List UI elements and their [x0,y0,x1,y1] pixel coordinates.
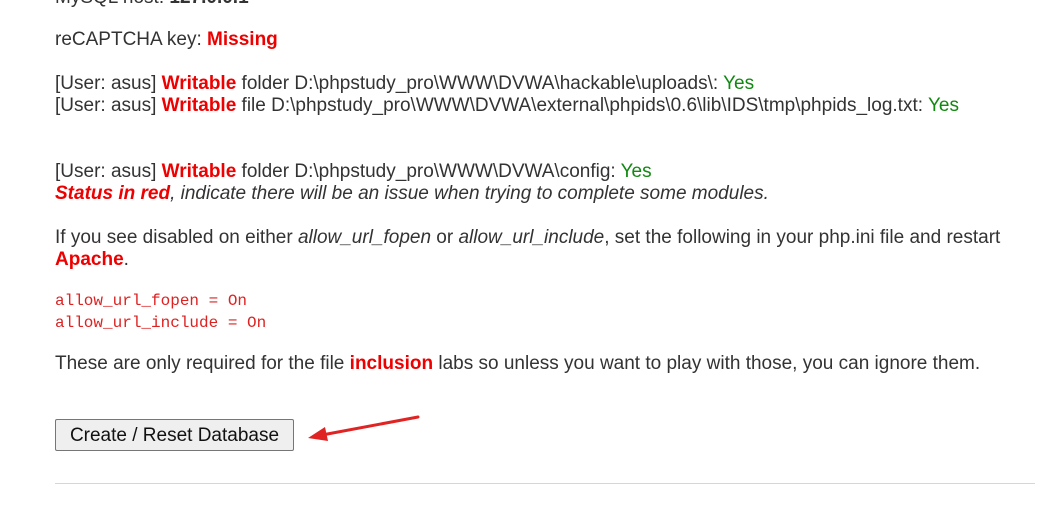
disabled-note-text: or [431,227,459,248]
check-user: [User: asus] [55,73,157,94]
recaptcha-line: reCAPTCHA key: Missing [55,29,278,51]
check-user: [User: asus] [55,161,157,182]
code-line-fopen: allow_url_fopen = On [55,292,248,310]
inclusion-note-text: labs so unless you want to play with tho… [433,353,981,374]
check-user: [User: asus] [55,95,157,116]
inclusion-note: These are only required for the file inc… [55,353,980,375]
status-note-text: , indicate there will be an issue when t… [170,183,769,204]
annotation-arrow-icon [308,415,420,441]
check-state: Writable [161,161,237,182]
writable-check-phpids-log: [User: asus] Writable file D:\phpstudy_p… [55,95,959,117]
apache-label: Apache [55,249,124,270]
check-path: folder D:\phpstudy_pro\WWW\DVWA\config: [241,161,616,182]
status-note-strong: Status in red [55,183,171,204]
status-note: Status in red, indicate there will be an… [55,183,769,205]
code-line-include: allow_url_include = On [55,314,267,332]
mysql-host-value: 127.0.0.1 [169,0,248,8]
check-result: Yes [620,161,652,182]
allow-url-fopen-option: allow_url_fopen [297,227,432,248]
inclusion-keyword: inclusion [349,353,434,374]
section-divider [55,483,1035,484]
disabled-note-line-2: Apache. [55,249,129,271]
mysql-host-label: MySQL host: [55,0,164,8]
recaptcha-label: reCAPTCHA key: [55,29,202,50]
check-result: Yes [927,95,959,116]
mysql-host-line: MySQL host: 127.0.0.1 [55,0,249,9]
disabled-note-line-1: If you see disabled on either allow_url_… [55,227,1000,249]
writable-check-uploads: [User: asus] Writable folder D:\phpstudy… [55,73,754,95]
disabled-note-end: . [123,249,129,270]
disabled-note-text: , set the following in your php.ini file… [604,227,1001,248]
check-path: folder D:\phpstudy_pro\WWW\DVWA\hackable… [241,73,719,94]
inclusion-note-text: These are only required for the file [55,353,350,374]
allow-url-include-option: allow_url_include [458,227,605,248]
check-path: file D:\phpstudy_pro\WWW\DVWA\external\p… [241,95,924,116]
recaptcha-status: Missing [207,29,278,50]
writable-check-config: [User: asus] Writable folder D:\phpstudy… [55,161,652,183]
disabled-note-text: If you see disabled on either [55,227,298,248]
check-result: Yes [723,73,755,94]
check-state: Writable [161,73,237,94]
check-state: Writable [161,95,237,116]
create-reset-database-button[interactable]: Create / Reset Database [55,419,294,451]
